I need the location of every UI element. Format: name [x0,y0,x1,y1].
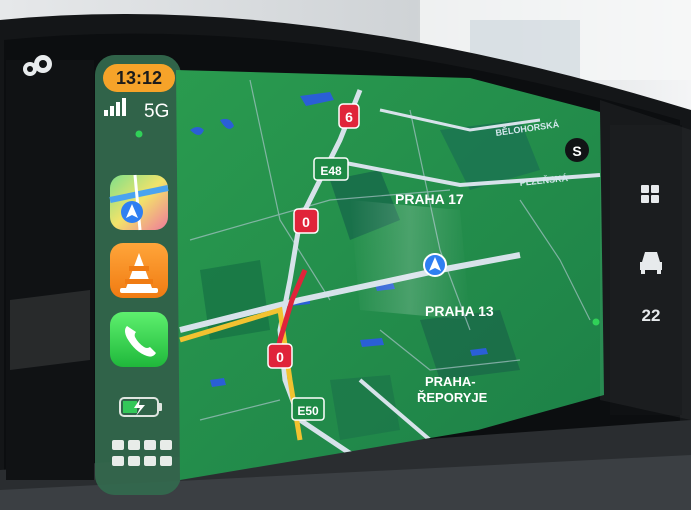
svg-text:S: S [572,143,581,159]
vlc-app-icon[interactable] [110,243,168,298]
phone-app-icon[interactable] [110,312,168,367]
time-label: 13:12 [116,68,162,88]
time-badge: 13:12 [103,64,175,92]
location-arrow-icon [423,253,447,277]
route-shield-6: 6 [338,103,360,129]
route-shield-e50: E50 [291,397,325,421]
route-shield-0-bottom: 0 [267,343,293,369]
maps-app-icon[interactable] [109,174,169,231]
label-praha13: PRAHA 13 [425,303,494,319]
route-shield-0-top: 0 [293,208,319,234]
svg-text:6: 6 [345,109,353,125]
svg-text:E48: E48 [320,164,342,178]
mic-indicator [135,130,143,138]
svg-text:E50: E50 [297,404,319,418]
route-shield-e48: E48 [313,157,349,181]
svg-text:0: 0 [276,349,284,365]
network-label: 5G [144,101,169,122]
status-dot [592,318,600,326]
carplay-dashboard-photo: 13:12 5G 6 E48 0 0 E50 PRAHA 17 PRAHA 13… [0,0,691,510]
label-reporyje-2: ŘEPORYJE [417,390,488,405]
svg-text:0: 0 [302,214,310,230]
compass-button[interactable]: S [565,138,589,162]
label-praha17: PRAHA 17 [395,191,464,207]
label-reporyje-1: PRAHA- [425,374,476,389]
